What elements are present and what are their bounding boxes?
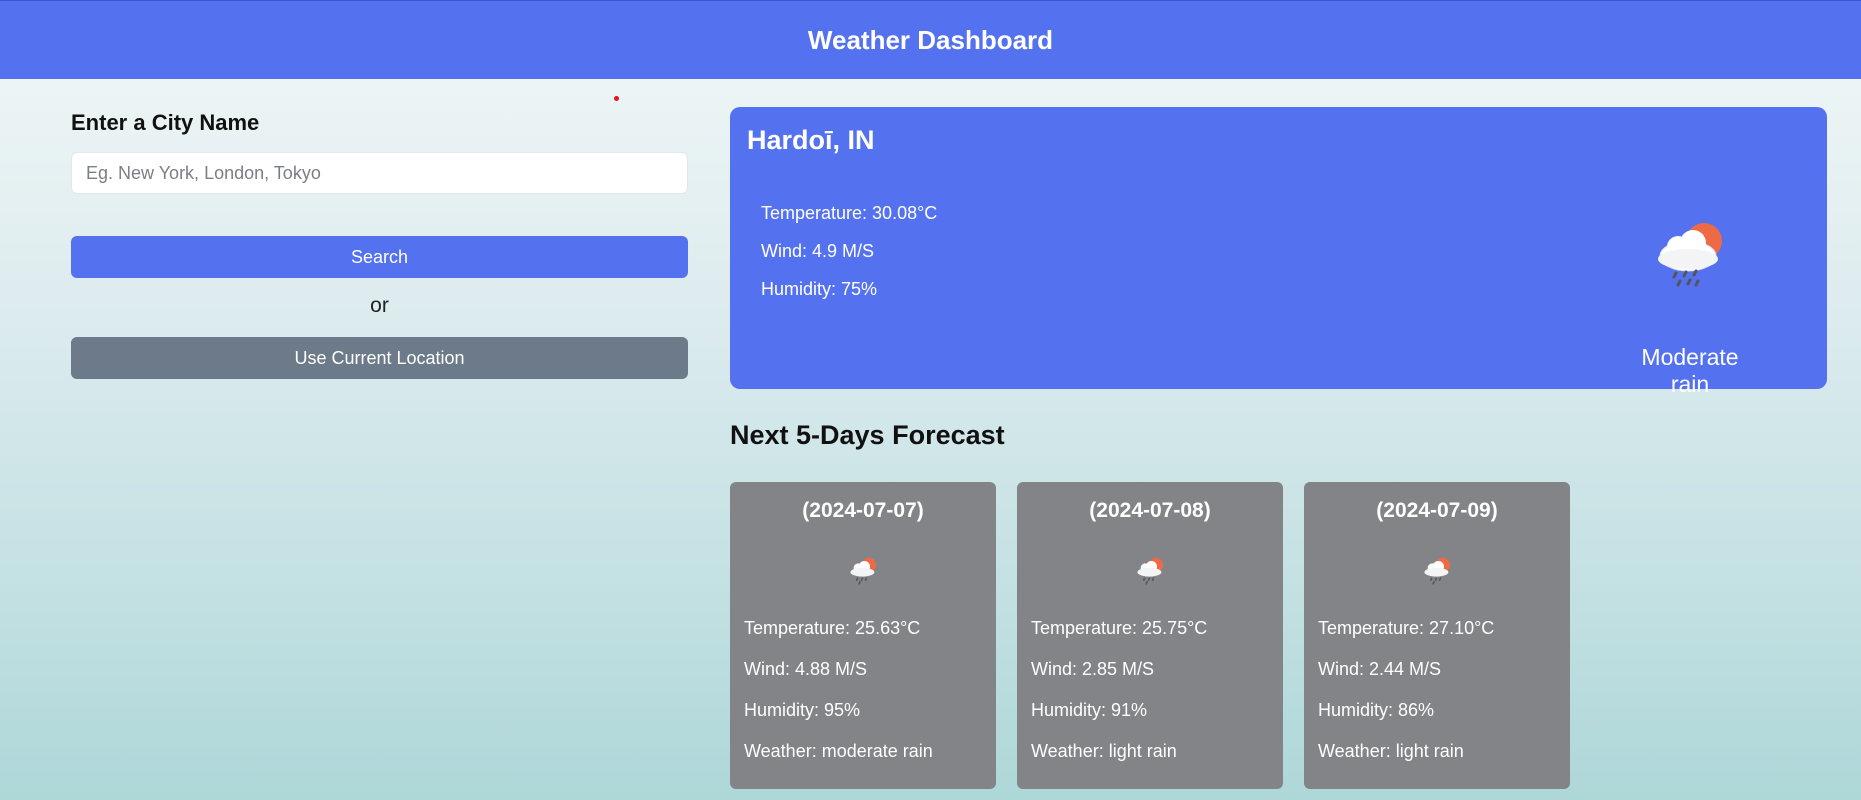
use-current-location-button[interactable]: Use Current Location — [71, 337, 688, 379]
search-panel: Enter a City Name Search or Use Current … — [71, 108, 688, 379]
forecast-date: (2024-07-08) — [1089, 499, 1211, 522]
current-wind: Wind: 4.9 M/S — [761, 241, 875, 261]
current-temperature: Temperature: 30.08°C — [761, 203, 938, 223]
forecast-card: (2024-07-08) Temperature: 25.75°C Wind: … — [1017, 482, 1283, 789]
forecast-card: (2024-07-09) Temperature: 27.10°C Wind: … — [1304, 482, 1570, 789]
forecast-wind: Wind: 2.44 M/S — [1318, 659, 1442, 679]
forecast-temperature: Temperature: 25.63°C — [744, 618, 921, 638]
forecast-card: (2024-07-07) Temperature: 25.63°C Wind: … — [730, 482, 996, 789]
forecast-weather: Weather: moderate rain — [744, 741, 933, 761]
forecast-wind: Wind: 2.85 M/S — [1031, 659, 1155, 679]
forecast-title: Next 5-Days Forecast — [730, 420, 1005, 450]
rain-cloud-sun-icon — [1424, 557, 1450, 585]
or-divider-text: or — [370, 294, 389, 317]
forecast-date: (2024-07-09) — [1376, 499, 1498, 522]
search-button[interactable]: Search — [71, 236, 688, 278]
rain-cloud-sun-icon — [1658, 223, 1722, 287]
current-weather-card: Hardoī, IN Temperature: 30.08°C Wind: 4.… — [730, 107, 1827, 397]
forecast-weather: Weather: light rain — [1031, 741, 1177, 761]
rain-cloud-sun-icon — [1137, 557, 1163, 585]
forecast-cards: (2024-07-07) Temperature: 25.63°C Wind: … — [730, 482, 1570, 789]
city-search-input[interactable] — [71, 152, 688, 194]
forecast-humidity: Humidity: 95% — [744, 700, 861, 720]
current-humidity: Humidity: 75% — [761, 279, 878, 299]
current-city-name: Hardoī, IN — [747, 125, 875, 155]
rain-cloud-sun-icon — [850, 557, 876, 585]
app-header: Weather Dashboard — [0, 0, 1861, 79]
cursor-dot — [614, 96, 619, 101]
forecast-humidity: Humidity: 91% — [1031, 700, 1148, 720]
city-input-label: Enter a City Name — [71, 110, 260, 135]
forecast-temperature: Temperature: 25.75°C — [1031, 618, 1208, 638]
forecast-date: (2024-07-07) — [802, 499, 924, 522]
forecast-wind: Wind: 4.88 M/S — [744, 659, 868, 679]
forecast-humidity: Humidity: 86% — [1318, 700, 1435, 720]
forecast-weather: Weather: light rain — [1318, 741, 1464, 761]
forecast-temperature: Temperature: 27.10°C — [1318, 618, 1495, 638]
page-title: Weather Dashboard — [807, 24, 1054, 55]
current-weather-description: Moderate rain — [1641, 344, 1739, 397]
